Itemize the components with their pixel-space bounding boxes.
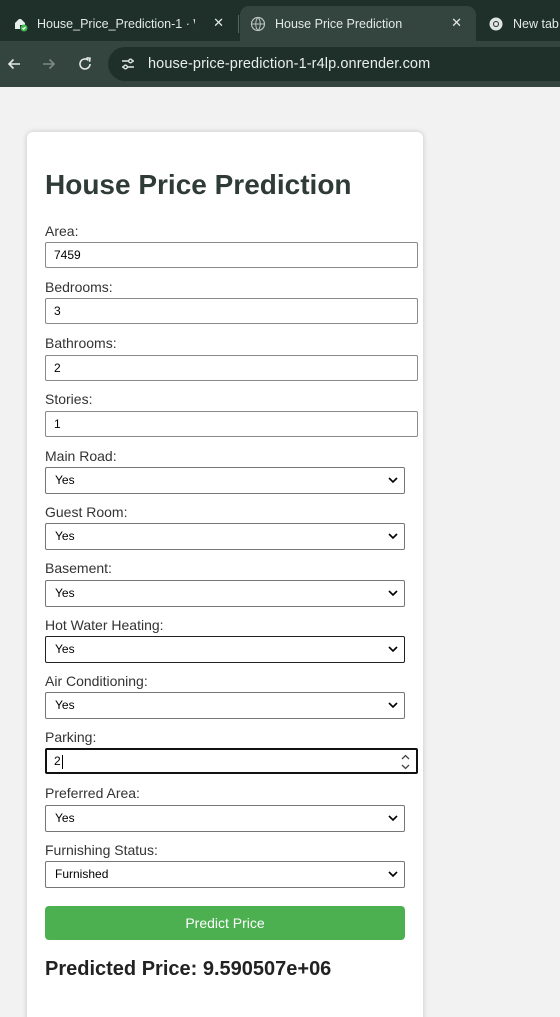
basement-value: Yes — [55, 586, 75, 600]
tab-render-dashboard[interactable]: House_Price_Prediction-1 · Wel ✕ — [0, 6, 238, 41]
number-spinner[interactable] — [400, 754, 410, 770]
parking-value: 2 — [54, 754, 61, 768]
chevron-down-icon — [388, 871, 398, 878]
prefarea-select[interactable]: Yes — [45, 805, 405, 832]
back-button[interactable] — [2, 52, 26, 76]
tab-title: House Price Prediction — [275, 16, 403, 31]
chrome-icon — [488, 16, 504, 32]
globe-icon — [250, 16, 266, 32]
reload-icon — [79, 57, 91, 70]
url-text: house-price-prediction-1-r4lp.onrender.c… — [148, 56, 431, 72]
chevron-down-icon — [388, 702, 398, 709]
stories-label: Stories: — [45, 391, 93, 407]
bathrooms-label: Bathrooms: — [45, 335, 117, 351]
reload-button[interactable] — [73, 52, 97, 76]
parking-input[interactable]: 2 — [45, 748, 418, 774]
tab-house-price-prediction[interactable]: House Price Prediction ✕ — [240, 6, 476, 41]
deploy-icon — [12, 16, 28, 32]
mainroad-value: Yes — [55, 473, 75, 487]
chevron-down-icon — [388, 815, 398, 822]
tab-new-tab[interactable]: New tab — [478, 6, 560, 41]
hotwaterheating-select[interactable]: Yes — [45, 636, 405, 663]
mainroad-label: Main Road: — [45, 448, 117, 464]
predict-price-button[interactable]: Predict Price — [45, 906, 405, 940]
airconditioning-select[interactable]: Yes — [45, 692, 405, 719]
prefarea-value: Yes — [55, 811, 75, 825]
chevron-down-icon — [388, 646, 398, 653]
furnishingstatus-value: Furnished — [55, 867, 109, 881]
parking-label: Parking: — [45, 729, 97, 745]
guestroom-value: Yes — [55, 529, 75, 543]
hotwaterheating-label: Hot Water Heating: — [45, 617, 164, 633]
guestroom-label: Guest Room: — [45, 504, 128, 520]
chevron-down-icon — [388, 533, 398, 540]
furnishingstatus-select[interactable]: Furnished — [45, 861, 405, 888]
arrow-right-icon — [43, 58, 56, 70]
bathrooms-input[interactable]: 2 — [45, 355, 418, 381]
tab-title: House_Price_Prediction-1 · Wel — [37, 16, 195, 31]
stories-input[interactable]: 1 — [45, 411, 418, 437]
prefarea-label: Preferred Area: — [45, 785, 140, 801]
spinner-up-icon — [401, 754, 409, 760]
airconditioning-value: Yes — [55, 698, 75, 712]
form-card: House Price Prediction Area: 7459 Bedroo… — [27, 132, 423, 1017]
basement-select[interactable]: Yes — [45, 580, 405, 607]
page-title: House Price Prediction — [45, 169, 352, 200]
bedrooms-label: Bedrooms: — [45, 279, 113, 295]
browser-tab-strip: House_Price_Prediction-1 · Wel ✕ House P… — [0, 0, 560, 41]
tab-divider — [238, 15, 239, 33]
site-info-icon[interactable] — [118, 54, 138, 74]
airconditioning-label: Air Conditioning: — [45, 673, 148, 689]
spinner-down-icon — [401, 764, 409, 770]
hotwaterheating-value: Yes — [55, 642, 75, 656]
browser-toolbar: house-price-prediction-1-r4lp.onrender.c… — [0, 41, 560, 87]
text-caret — [61, 754, 63, 769]
mainroad-select[interactable]: Yes — [45, 467, 405, 494]
close-icon[interactable]: ✕ — [213, 15, 224, 31]
arrow-left-icon — [7, 58, 20, 70]
close-icon[interactable]: ✕ — [451, 15, 462, 31]
basement-label: Basement: — [45, 560, 112, 576]
predicted-price-result: Predicted Price: 9.590507e+06 — [45, 958, 332, 980]
chevron-down-icon — [388, 590, 398, 597]
furnishingstatus-label: Furnishing Status: — [45, 842, 158, 858]
guestroom-select[interactable]: Yes — [45, 523, 405, 550]
forward-button[interactable] — [37, 52, 61, 76]
area-input[interactable]: 7459 — [45, 242, 418, 268]
tab-title: New tab — [513, 16, 559, 31]
area-label: Area: — [45, 223, 79, 239]
address-bar[interactable]: house-price-prediction-1-r4lp.onrender.c… — [108, 47, 560, 81]
bedrooms-input[interactable]: 3 — [45, 298, 418, 324]
chevron-down-icon — [388, 477, 398, 484]
